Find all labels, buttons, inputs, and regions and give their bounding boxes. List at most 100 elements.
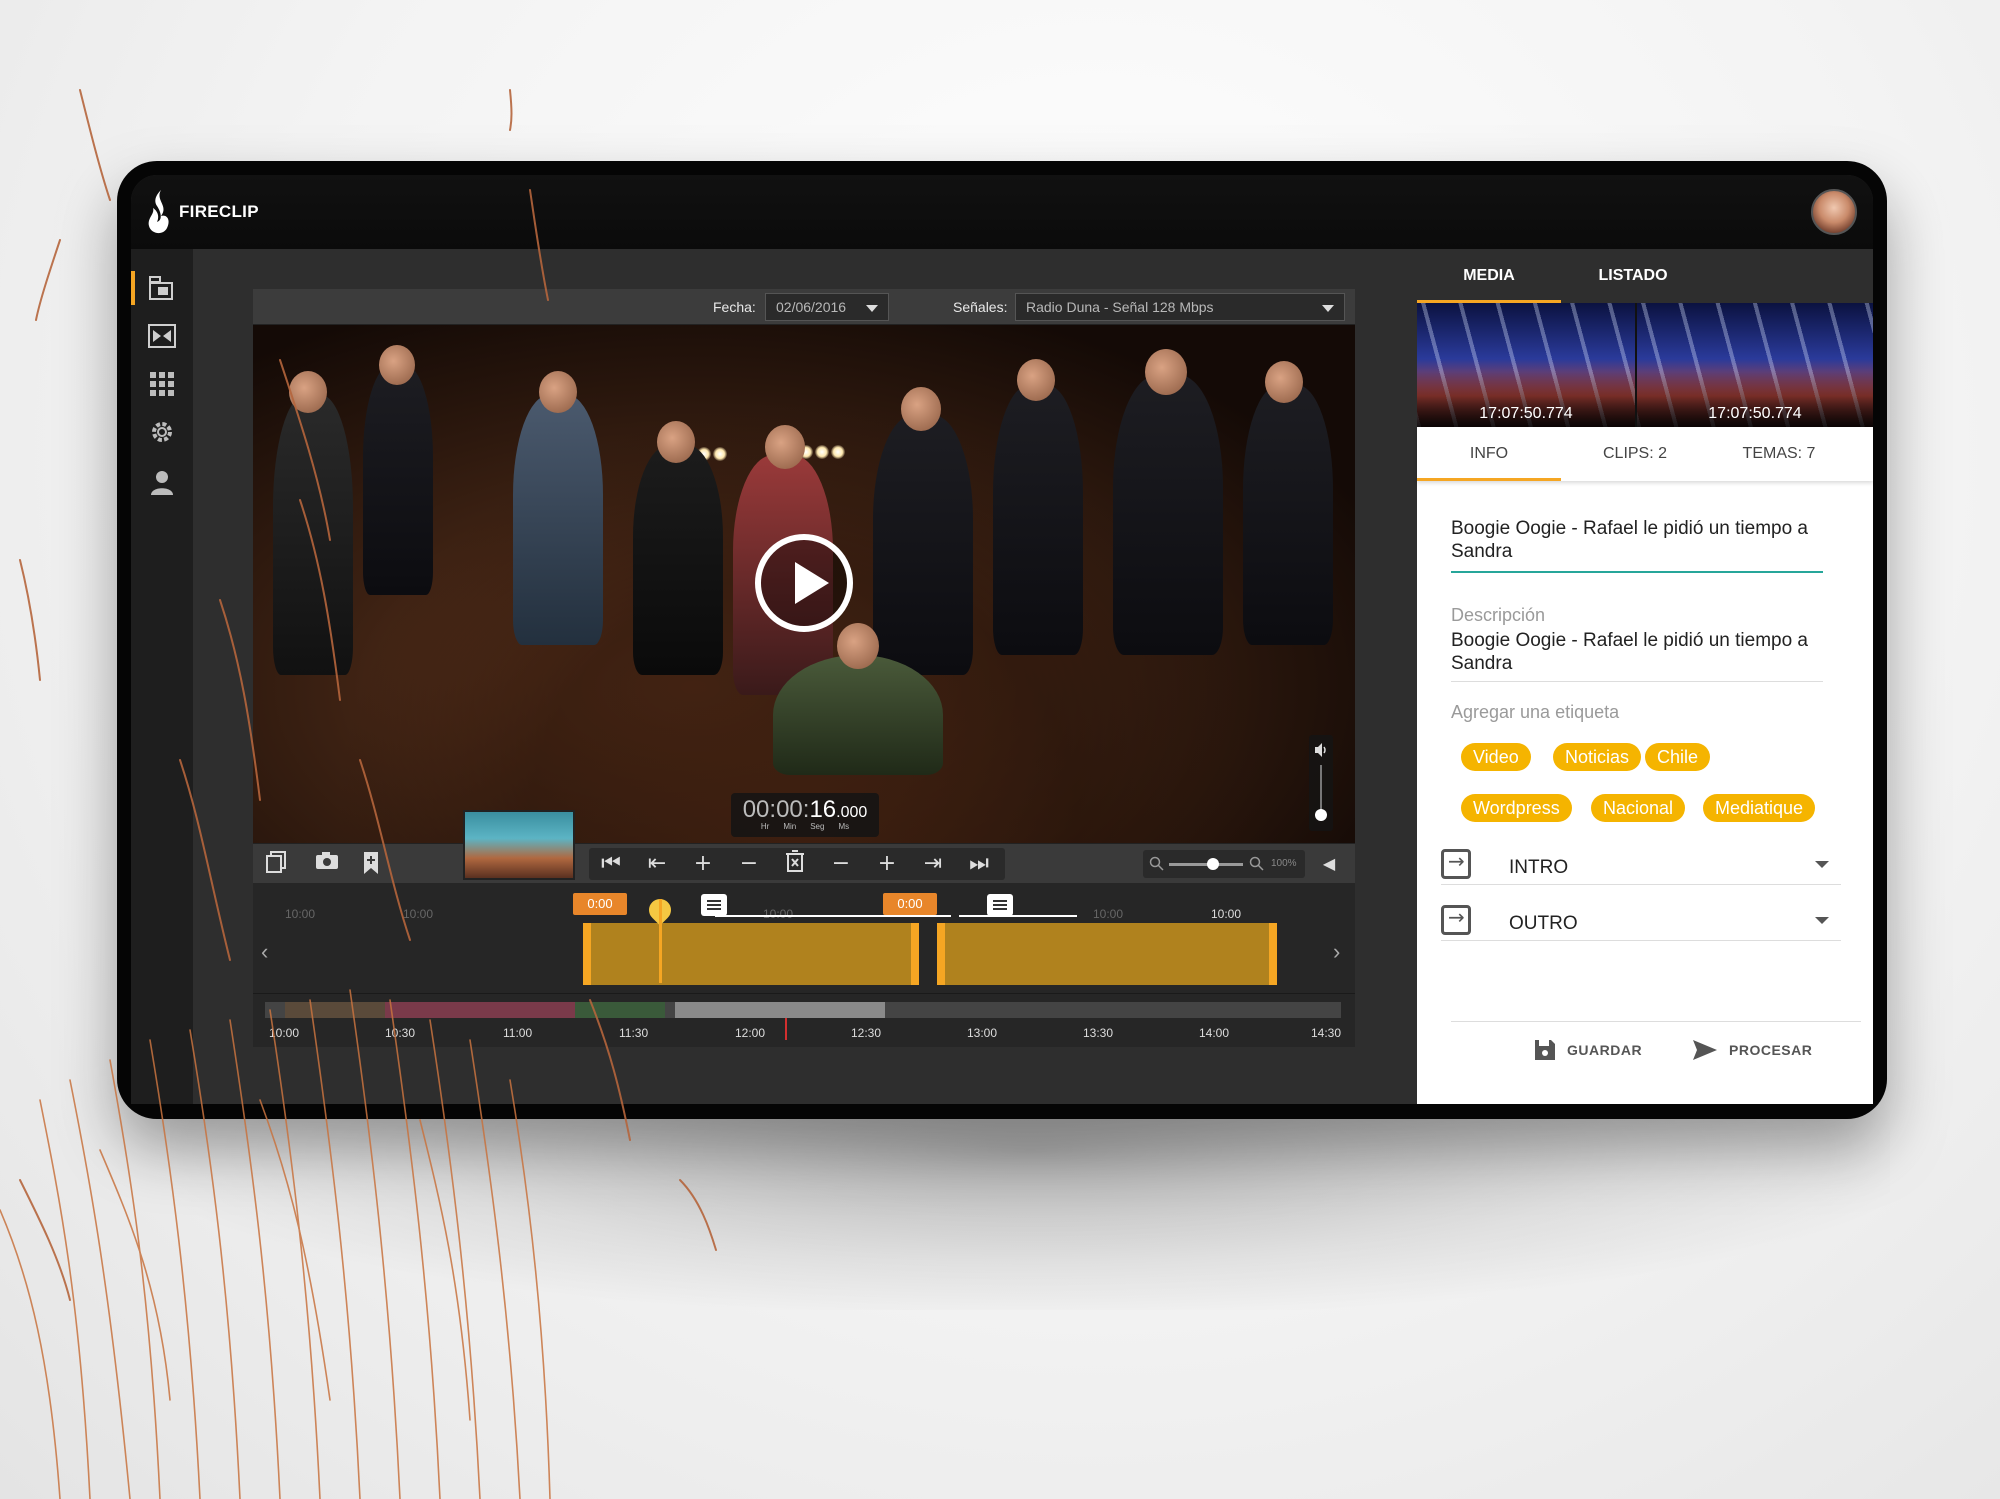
zoom-percent: 100% bbox=[1271, 858, 1297, 869]
bookmark-add-button[interactable] bbox=[357, 850, 385, 878]
add-in-button[interactable]: + bbox=[689, 850, 717, 878]
description-field[interactable]: Boogie Oogie - Rafael le pidió un tiempo… bbox=[1451, 629, 1823, 682]
person-head bbox=[901, 387, 941, 431]
scroll-left-icon[interactable]: ‹ bbox=[261, 939, 268, 965]
sidebar-item-grid[interactable] bbox=[131, 361, 193, 407]
main-area: Fecha: 02/06/2016 Señales: Radio Duna - … bbox=[193, 249, 1417, 1104]
chevron-down-icon bbox=[1322, 305, 1334, 312]
tag-chip[interactable]: Nacional bbox=[1591, 794, 1686, 822]
copy-icon bbox=[266, 851, 286, 873]
comment-icon[interactable] bbox=[987, 894, 1013, 916]
tag-chip[interactable]: Chile bbox=[1645, 743, 1711, 771]
volume-knob[interactable] bbox=[1315, 809, 1327, 821]
remove-in-button[interactable]: − bbox=[735, 850, 763, 878]
tab-clips[interactable]: CLIPS: 2 bbox=[1563, 427, 1707, 481]
preview-thumbnail[interactable] bbox=[463, 810, 575, 880]
title-field[interactable]: Boogie Oogie - Rafael le pidió un tiempo… bbox=[1451, 517, 1823, 573]
clip-timeline[interactable]: 10:00 10:00 10:00 10:00 10:00 0:00 0:00 bbox=[253, 883, 1355, 993]
mark-in-button[interactable]: ⇤ bbox=[643, 850, 671, 878]
media-thumbnail[interactable]: 17:07:50.774 bbox=[1637, 303, 1873, 427]
add-out-button[interactable]: + bbox=[873, 850, 901, 878]
camera-icon bbox=[316, 852, 338, 869]
unit-ms: Ms bbox=[838, 822, 850, 831]
overview-tick: 10:00 bbox=[269, 1026, 300, 1040]
clip-in-label[interactable]: 0:00 bbox=[573, 893, 627, 915]
stage-light bbox=[815, 445, 829, 459]
intro-icon bbox=[1441, 849, 1471, 879]
senales-select[interactable]: Radio Duna - Señal 128 Mbps bbox=[1015, 293, 1345, 321]
edit-toolbar: ⏮ ⇤ + − − + ⇥ ⏭ bbox=[589, 848, 1005, 880]
info-tabs: INFO CLIPS: 2 TEMAS: 7 bbox=[1417, 427, 1873, 481]
copy-button[interactable] bbox=[261, 850, 289, 878]
zoom-track[interactable] bbox=[1169, 863, 1243, 866]
mark-out-button[interactable]: ⇥ bbox=[919, 850, 947, 878]
outro-select[interactable]: OUTRO bbox=[1441, 901, 1841, 941]
overview-strip[interactable]: 10:00 10:30 11:00 11:30 12:00 12:30 13:0… bbox=[253, 993, 1355, 1047]
person-head bbox=[837, 623, 879, 669]
person-figure bbox=[513, 395, 603, 645]
clip-segment[interactable] bbox=[937, 923, 1277, 985]
thumbnail-time: 17:07:50.774 bbox=[1479, 405, 1573, 422]
tag-chip[interactable]: Noticias bbox=[1553, 743, 1642, 771]
skip-start-button[interactable]: ⏮ bbox=[597, 850, 625, 878]
intro-select[interactable]: INTRO bbox=[1441, 845, 1841, 885]
comment-icon[interactable] bbox=[701, 894, 727, 916]
device-frame: FIRECLIP Fecha: 02/06/2016 Señales: Radi… bbox=[117, 161, 1887, 1119]
play-button[interactable] bbox=[755, 534, 853, 632]
stage-light bbox=[831, 445, 845, 459]
overview-segment bbox=[575, 1002, 665, 1018]
sidebar-item-clips[interactable] bbox=[131, 313, 193, 359]
media-thumbnail[interactable]: 17:07:50.774 bbox=[1417, 303, 1635, 427]
zoom-out-icon bbox=[1149, 856, 1164, 871]
tab-media[interactable]: MEDIA bbox=[1417, 249, 1561, 303]
tab-temas[interactable]: TEMAS: 7 bbox=[1707, 427, 1851, 481]
volume-slider[interactable] bbox=[1309, 735, 1333, 831]
sidebar-item-settings[interactable] bbox=[131, 409, 193, 455]
tag-chip[interactable]: Wordpress bbox=[1461, 794, 1572, 822]
sidebar-item-user[interactable] bbox=[131, 459, 193, 505]
process-button[interactable]: PROCESAR bbox=[1691, 1035, 1812, 1065]
save-button[interactable]: GUARDAR bbox=[1533, 1035, 1642, 1065]
person-figure bbox=[633, 445, 723, 675]
clip-link bbox=[959, 915, 1077, 917]
timeline-tick: 10:00 bbox=[1093, 907, 1124, 921]
timeline-tick: 10:00 bbox=[403, 907, 434, 921]
overview-track[interactable] bbox=[265, 1002, 1341, 1018]
tag-chip[interactable]: Video bbox=[1461, 743, 1531, 771]
skip-end-button[interactable]: ⏭ bbox=[965, 850, 993, 878]
panel-tabs: MEDIA LISTADO bbox=[1417, 249, 1873, 303]
remove-out-button[interactable]: − bbox=[827, 850, 855, 878]
send-icon bbox=[1693, 1040, 1717, 1060]
clip-in-label[interactable]: 0:00 bbox=[883, 893, 937, 915]
tab-listado[interactable]: LISTADO bbox=[1561, 249, 1705, 303]
grid-icon bbox=[150, 372, 174, 396]
tag-input[interactable]: Agregar una etiqueta bbox=[1451, 702, 1619, 723]
person-figure bbox=[993, 385, 1083, 655]
playhead[interactable] bbox=[659, 899, 662, 983]
process-label: PROCESAR bbox=[1729, 1042, 1813, 1058]
mute-button[interactable]: ◀ bbox=[1315, 850, 1343, 878]
sidebar-item-media[interactable] bbox=[131, 265, 193, 311]
snapshot-button[interactable] bbox=[313, 850, 341, 878]
delete-clip-button[interactable] bbox=[781, 850, 809, 878]
thumbnail-time: 17:07:50.774 bbox=[1708, 405, 1802, 422]
overview-window[interactable] bbox=[675, 1002, 885, 1018]
zoom-knob[interactable] bbox=[1207, 858, 1219, 870]
overview-tick: 14:00 bbox=[1199, 1026, 1230, 1040]
unit-seg: Seg bbox=[810, 822, 825, 831]
person-figure bbox=[273, 395, 353, 675]
scroll-right-icon[interactable]: › bbox=[1333, 939, 1340, 965]
app-logo[interactable]: FIRECLIP bbox=[147, 187, 259, 237]
video-frame[interactable]: 00:00:16.000 Hr Min Seg Ms bbox=[253, 325, 1355, 843]
fecha-select[interactable]: 02/06/2016 bbox=[765, 293, 889, 321]
person-figure bbox=[1113, 375, 1223, 655]
user-avatar[interactable] bbox=[1811, 189, 1857, 235]
overview-tick: 14:30 bbox=[1311, 1026, 1342, 1040]
tab-info[interactable]: INFO bbox=[1417, 427, 1561, 481]
tag-chip[interactable]: Mediatique bbox=[1703, 794, 1816, 822]
gear-icon bbox=[152, 422, 172, 442]
clip-segment[interactable] bbox=[583, 923, 919, 985]
stage-light bbox=[713, 447, 727, 461]
overview-tick: 12:30 bbox=[851, 1026, 882, 1040]
flame-icon bbox=[148, 190, 169, 234]
